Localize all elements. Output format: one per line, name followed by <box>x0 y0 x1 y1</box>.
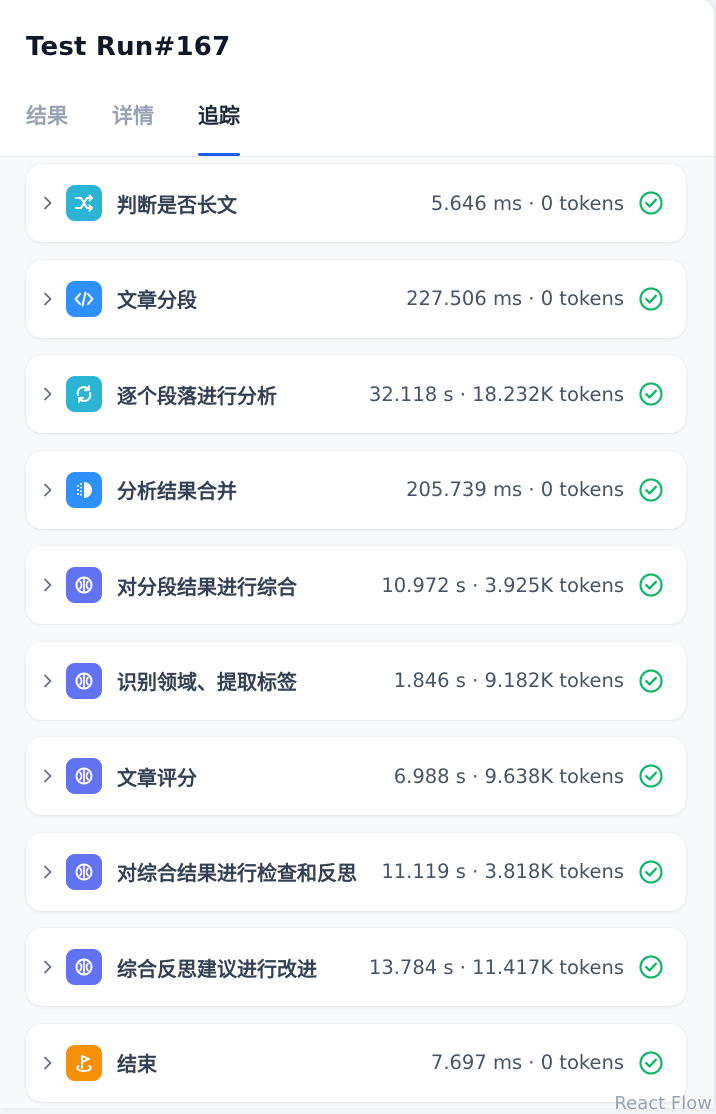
code-icon <box>66 280 102 317</box>
trace-row[interactable]: 对综合结果进行检查和反思 11.119 s · 3.818K tokens <box>26 832 686 911</box>
trace-row[interactable]: 对分段结果进行综合 10.972 s · 3.925K tokens <box>26 546 686 624</box>
trace-row[interactable]: 文章分段 227.506 ms · 0 tokens <box>26 259 686 338</box>
check-circle-icon <box>639 286 663 311</box>
chevron-right-icon[interactable] <box>38 960 58 974</box>
chevron-right-icon[interactable] <box>38 292 58 306</box>
llm-icon <box>66 949 102 985</box>
trace-row[interactable]: 结束 7.697 ms · 0 tokens <box>26 1023 686 1102</box>
node-name: 文章分段 <box>117 288 197 312</box>
check-circle-icon <box>639 573 663 597</box>
tab-trace[interactable]: 追踪 <box>198 100 240 156</box>
trace-list: 判断是否长文 5.646 ms · 0 tokens 文章分段 227.506 … <box>26 164 686 1108</box>
trace-row[interactable]: 识别领域、提取标签 1.846 s · 9.182K tokens <box>26 641 686 720</box>
chevron-right-icon[interactable] <box>38 674 58 688</box>
trace-row[interactable]: 判断是否长文 5.646 ms · 0 tokens <box>26 164 686 242</box>
trace-row[interactable]: 分析结果合并 205.739 ms · 0 tokens <box>26 450 686 529</box>
chevron-right-icon[interactable] <box>38 865 58 879</box>
check-circle-icon <box>639 764 663 788</box>
node-metrics: 7.697 ms · 0 tokens <box>430 1051 624 1074</box>
node-metrics: 1.846 s · 9.182K tokens <box>393 669 624 692</box>
node-name: 结束 <box>117 1052 157 1076</box>
chevron-right-icon[interactable] <box>38 578 58 592</box>
node-metrics: 11.119 s · 3.818K tokens <box>381 860 624 883</box>
tab-detail[interactable]: 详情 <box>112 100 154 156</box>
node-metrics: 5.646 ms · 0 tokens <box>430 191 624 215</box>
iteration-icon <box>66 376 102 412</box>
check-circle-icon <box>639 1050 663 1075</box>
chevron-right-icon[interactable] <box>38 1056 58 1070</box>
trace-row[interactable]: 逐个段落进行分析 32.118 s · 18.232K tokens <box>26 355 686 433</box>
check-circle-icon <box>639 382 663 406</box>
test-run-panel: Test Run#167 结果 详情 追踪 判断是否长文 5.646 ms · … <box>0 0 715 1108</box>
chevron-right-icon[interactable] <box>38 483 58 497</box>
check-circle-icon <box>639 191 663 215</box>
trace-row[interactable]: 文章评分 6.988 s · 9.638K tokens <box>26 737 686 815</box>
tab-result[interactable]: 结果 <box>26 100 68 156</box>
node-metrics: 13.784 s · 11.417K tokens <box>368 955 624 979</box>
tab-bar: 结果 详情 追踪 <box>26 100 240 156</box>
llm-icon <box>66 758 102 794</box>
node-name: 对综合结果进行检查和反思 <box>117 861 357 885</box>
check-circle-icon <box>639 668 663 693</box>
llm-icon <box>66 567 102 603</box>
llm-icon <box>66 662 102 699</box>
check-circle-icon <box>639 859 663 884</box>
run-title: Test Run#167 <box>26 32 231 62</box>
check-circle-icon <box>639 477 663 502</box>
end-icon <box>66 1044 102 1081</box>
chevron-right-icon[interactable] <box>38 769 58 783</box>
node-metrics: 227.506 ms · 0 tokens <box>406 287 624 310</box>
aggregator-icon <box>66 471 102 508</box>
node-name: 综合反思建议进行改进 <box>117 956 317 981</box>
check-circle-icon <box>639 955 663 979</box>
react-flow-watermark: React Flow <box>614 1093 712 1114</box>
trace-row[interactable]: 综合反思建议进行改进 13.784 s · 11.417K tokens <box>26 928 686 1006</box>
llm-icon <box>66 853 102 890</box>
node-name: 判断是否长文 <box>117 192 237 217</box>
node-name: 分析结果合并 <box>117 479 237 503</box>
panel-header: Test Run#167 结果 详情 追踪 <box>0 0 714 157</box>
node-name: 对分段结果进行综合 <box>117 574 297 599</box>
node-metrics: 10.972 s · 3.925K tokens <box>381 573 624 597</box>
chevron-right-icon[interactable] <box>38 387 58 401</box>
node-name: 文章评分 <box>117 765 197 790</box>
chevron-right-icon[interactable] <box>38 196 58 210</box>
node-metrics: 205.739 ms · 0 tokens <box>406 478 624 501</box>
node-metrics: 6.988 s · 9.638K tokens <box>393 764 624 788</box>
if-else-branch-icon <box>66 185 102 221</box>
node-name: 逐个段落进行分析 <box>117 383 277 408</box>
node-metrics: 32.118 s · 18.232K tokens <box>368 382 624 406</box>
node-name: 识别领域、提取标签 <box>117 670 297 694</box>
